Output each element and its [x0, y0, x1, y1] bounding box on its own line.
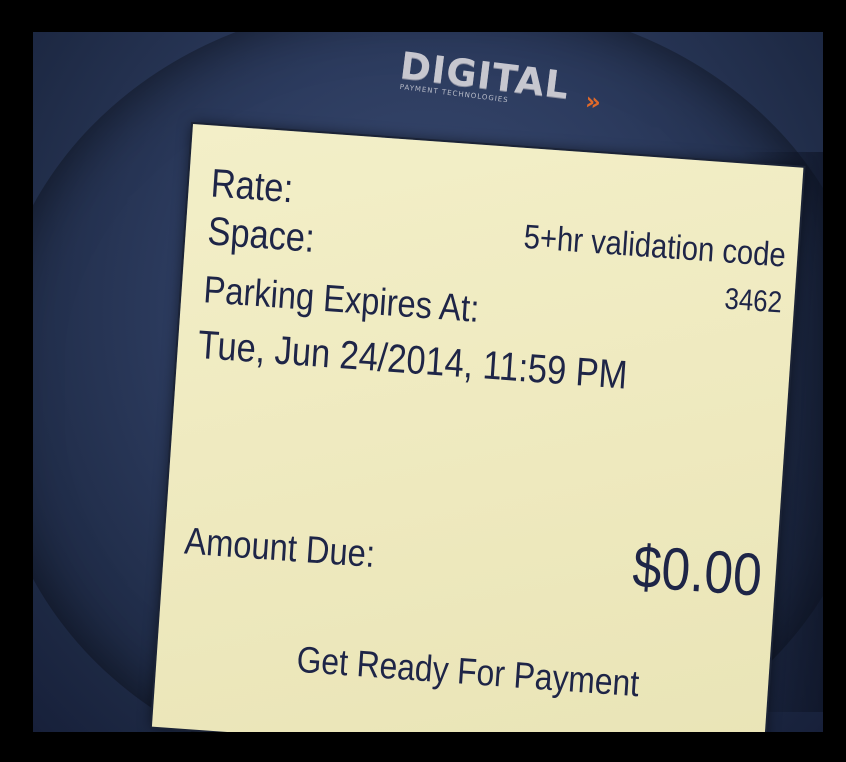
rate-label: Rate:: [209, 161, 295, 212]
lcd-display: Rate: Space: 5+hr validation code 3462 P…: [151, 124, 804, 732]
expires-value: Tue, Jun 24/2014, 11:59 PM: [196, 322, 629, 398]
expires-label: Parking Expires At:: [202, 269, 481, 331]
rate-value: 5+hr validation code: [522, 217, 787, 275]
amount-due-label: Amount Due:: [183, 520, 377, 577]
space-value: 3462: [723, 282, 784, 320]
amount-due-value: $0.00: [630, 532, 764, 609]
space-label: Space:: [206, 209, 317, 261]
payment-prompt: Get Ready For Payment: [295, 638, 641, 705]
parking-meter-photo: DIGITAL » PAYMENT TECHNOLOGIES Rate: Spa…: [33, 32, 823, 732]
